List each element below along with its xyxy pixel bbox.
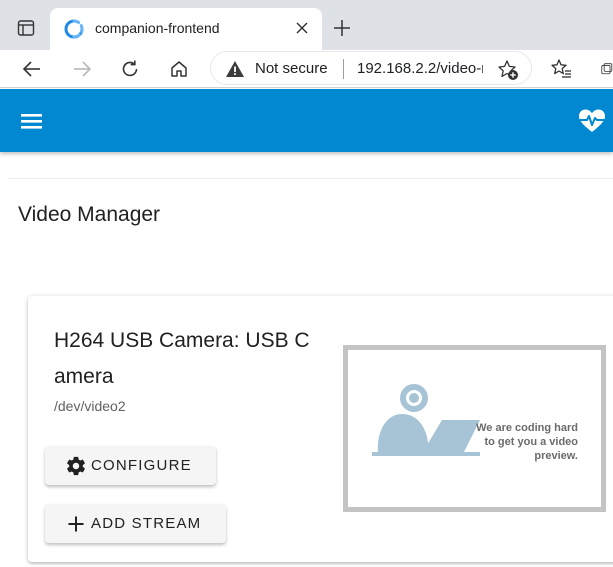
- tab-actions-button[interactable]: [14, 16, 38, 40]
- gear-icon: [65, 455, 87, 477]
- address-bar[interactable]: Not secure 192.168.2.2/video-manager: [210, 51, 532, 85]
- heart-pulse-icon[interactable]: [578, 108, 606, 134]
- refresh-icon: [122, 60, 138, 77]
- coding-illustration: [372, 384, 480, 456]
- tab-close-button[interactable]: [292, 18, 312, 38]
- home-icon: [171, 61, 187, 77]
- favorites-button[interactable]: [547, 55, 575, 83]
- device-name: H264 USB Camera: USB Camera: [54, 329, 310, 388]
- browser-toolbar: Not secure 192.168.2.2/video-manager: [0, 50, 613, 88]
- page-title: Video Manager: [18, 203, 161, 226]
- security-status[interactable]: Not secure: [255, 60, 328, 77]
- add-stream-button[interactable]: ADD STREAM: [45, 504, 226, 543]
- close-icon: [296, 22, 308, 34]
- new-tab-button[interactable]: [330, 16, 354, 40]
- favorites-icon: [551, 59, 571, 78]
- plus-icon: [334, 20, 350, 36]
- browser-tab-active[interactable]: companion-frontend: [50, 8, 322, 50]
- tab-actions-icon: [17, 20, 35, 36]
- content-divider: [8, 178, 613, 179]
- refresh-button[interactable]: [116, 55, 144, 83]
- add-stream-button-label: ADD STREAM: [91, 515, 202, 532]
- collections-icon: [601, 63, 613, 75]
- app-bar: [0, 89, 613, 152]
- url-text[interactable]: 192.168.2.2/video-manager: [357, 60, 483, 77]
- home-button[interactable]: [165, 55, 193, 83]
- companion-logo-icon: [64, 19, 84, 39]
- device-path: /dev/video2: [54, 398, 126, 414]
- address-separator: [343, 59, 344, 79]
- back-arrow-icon: [22, 61, 40, 77]
- hamburger-icon[interactable]: [19, 110, 45, 132]
- collections-button[interactable]: [592, 55, 613, 83]
- preview-caption: We are coding hard to get you a video pr…: [476, 422, 578, 462]
- configure-button-label: CONFIGURE: [91, 457, 192, 474]
- plus-icon: [65, 513, 87, 535]
- configure-button[interactable]: CONFIGURE: [45, 446, 216, 485]
- forward-arrow-icon: [74, 61, 92, 77]
- browser-tabstrip: companion-frontend: [0, 0, 613, 50]
- tab-title: companion-frontend: [95, 20, 220, 36]
- forward-button[interactable]: [68, 55, 96, 83]
- back-button[interactable]: [18, 55, 46, 83]
- video-preview-placeholder: We are coding hard to get you a video pr…: [343, 345, 606, 512]
- add-favorite-icon[interactable]: [497, 59, 519, 81]
- video-device-card: H264 USB Camera: USB Camera /dev/video2 …: [28, 296, 613, 562]
- warning-icon: [226, 61, 244, 77]
